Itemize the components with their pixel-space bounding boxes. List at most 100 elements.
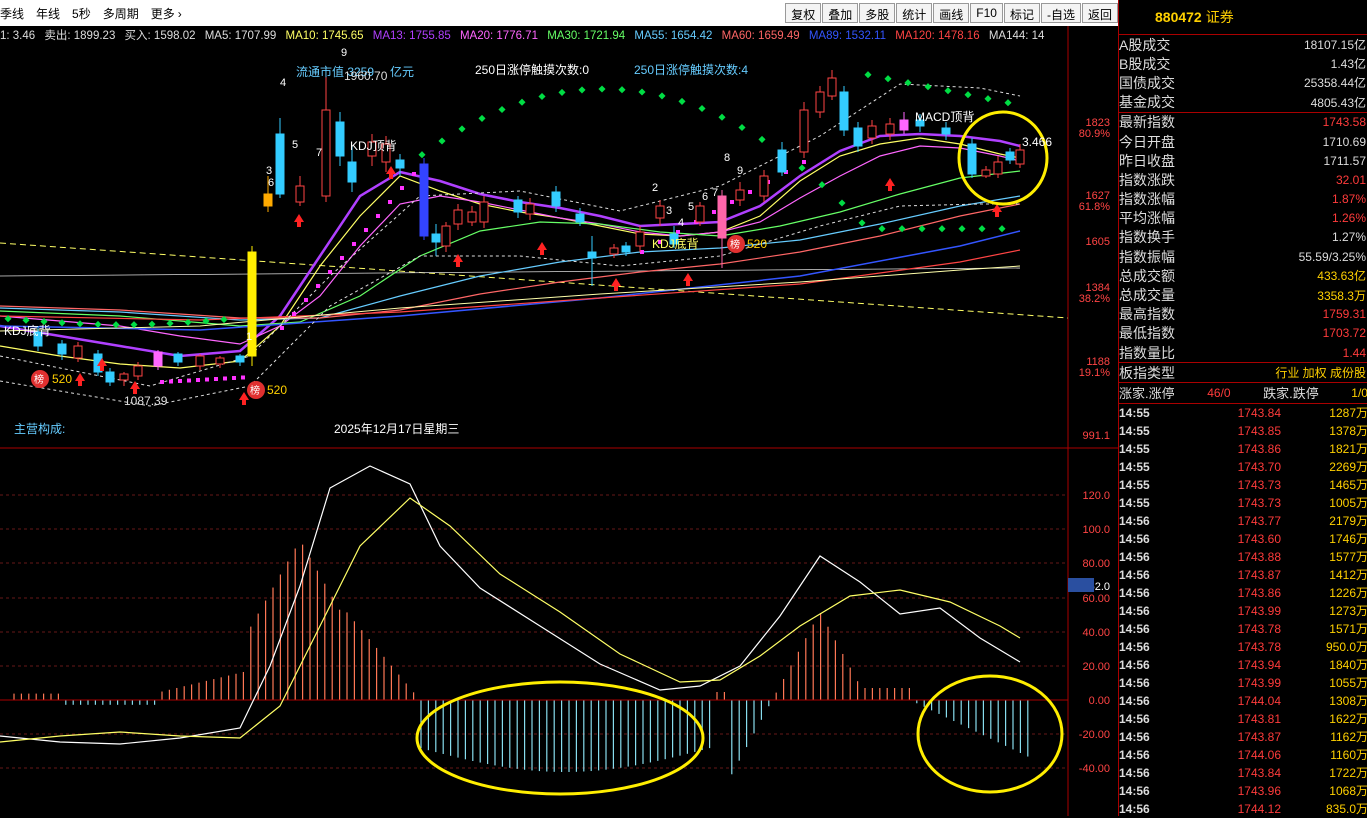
toolbar: 季线 年线 5秒 多周期 更多› 复权 叠加 多股 统计 画线 F10 标记 -… bbox=[0, 0, 1118, 27]
main-business-label: 主营构成: bbox=[14, 421, 65, 436]
mark-button[interactable]: 标记 bbox=[1004, 3, 1040, 23]
magenta-dot bbox=[292, 312, 296, 316]
f10-button[interactable]: F10 bbox=[970, 3, 1003, 23]
tick-volume: 1068万 bbox=[1281, 782, 1367, 799]
stat-label: 指数振幅 bbox=[1119, 247, 1175, 267]
candle-body bbox=[610, 248, 618, 254]
tick-volume: 1722万 bbox=[1281, 764, 1367, 781]
count-label: 4 bbox=[678, 217, 684, 229]
buy-arrow-stem bbox=[614, 286, 618, 291]
tick-row: 14:551743.861821万 bbox=[1119, 440, 1367, 458]
count-label: 5 bbox=[688, 201, 694, 213]
restore-rights-button[interactable]: 复权 bbox=[785, 3, 821, 23]
tick-time: 14:56 bbox=[1119, 640, 1191, 654]
stat-label: A股成交 bbox=[1119, 35, 1170, 55]
stat-label: 今日开盘 bbox=[1119, 132, 1175, 152]
macd-current-badge bbox=[1068, 578, 1094, 592]
tick-row: 14:561743.781571万 bbox=[1119, 620, 1367, 638]
tick-time: 14:55 bbox=[1119, 460, 1191, 474]
draw-line-button[interactable]: 画线 bbox=[933, 3, 969, 23]
tick-price: 1743.94 bbox=[1191, 658, 1281, 672]
count-label: 7 bbox=[316, 147, 322, 159]
candle-body bbox=[468, 212, 476, 222]
rank-badge-1: 榜 520 bbox=[31, 370, 72, 388]
candle-body bbox=[736, 190, 744, 200]
magenta-dot bbox=[169, 380, 173, 384]
stat-row: 总成交额433.63亿 bbox=[1119, 266, 1367, 285]
tick-price: 1743.73 bbox=[1191, 478, 1281, 492]
tick-price: 1743.99 bbox=[1191, 604, 1281, 618]
count-label: 9 bbox=[737, 165, 743, 177]
magenta-dot bbox=[676, 230, 680, 234]
rank-badge-char: 榜 bbox=[250, 384, 260, 397]
last-value-label: 3.466 bbox=[1022, 135, 1052, 149]
index-type-value[interactable]: 行业 加权 成份股 bbox=[1275, 364, 1367, 381]
magenta-dot bbox=[340, 256, 344, 260]
candle-body bbox=[236, 356, 244, 362]
float-cap-high-label: 1960.70 bbox=[344, 69, 388, 83]
tick-time: 14:56 bbox=[1119, 532, 1191, 546]
stat-row: 昨日收盘1711.57 bbox=[1119, 151, 1367, 170]
add-watchlist-button[interactable]: -自选 bbox=[1041, 3, 1081, 23]
candle-body bbox=[868, 126, 876, 138]
tab-quarter[interactable]: 季线 bbox=[0, 5, 24, 22]
candle-body bbox=[442, 226, 450, 246]
tick-price: 1743.87 bbox=[1191, 730, 1281, 744]
multi-stock-button[interactable]: 多股 bbox=[859, 3, 895, 23]
count-label: 2 bbox=[652, 182, 658, 194]
candle-body bbox=[840, 92, 848, 130]
tick-time: 14:56 bbox=[1119, 748, 1191, 762]
tick-row: 14:561743.772179万 bbox=[1119, 512, 1367, 530]
stat-value: 1.87% bbox=[1332, 192, 1367, 206]
tab-more[interactable]: 更多› bbox=[151, 5, 182, 22]
tick-list[interactable]: 14:551743.841287万14:551743.851378万14:551… bbox=[1119, 403, 1367, 818]
candle-body bbox=[576, 214, 584, 222]
stat-row: 指数换手1.27% bbox=[1119, 228, 1367, 247]
stat-row: 指数振幅55.59/3.25% bbox=[1119, 247, 1367, 266]
tab-year[interactable]: 年线 bbox=[36, 5, 60, 22]
stat-row: 平均涨幅1.26% bbox=[1119, 209, 1367, 228]
back-button[interactable]: 返回 bbox=[1082, 3, 1118, 23]
buy-arrow-stem bbox=[540, 250, 544, 255]
stat-value: 433.63亿 bbox=[1317, 267, 1367, 284]
quote-header: 880472 证券 bbox=[1119, 0, 1367, 35]
buy-arrow-stem bbox=[100, 366, 104, 371]
stat-label: 指数涨幅 bbox=[1119, 189, 1175, 209]
tab-multi-period[interactable]: 多周期 bbox=[103, 5, 139, 22]
tick-volume: 950.0万 bbox=[1281, 638, 1367, 655]
magenta-dot bbox=[376, 214, 380, 218]
candle-body bbox=[276, 134, 284, 194]
count-label: 8 bbox=[724, 152, 730, 164]
tick-price: 1743.85 bbox=[1191, 424, 1281, 438]
stat-value: 25358.44亿 bbox=[1304, 74, 1367, 91]
stat-label: 基金成交 bbox=[1119, 92, 1175, 112]
kline-chart-area[interactable]: 流通市值 3259 1960.70 亿元 250日涨停触摸次数:0 250日涨停… bbox=[0, 26, 1118, 816]
stat-label: 最低指数 bbox=[1119, 323, 1175, 343]
limit-touch-count-b: 250日涨停触摸次数:4 bbox=[634, 62, 748, 77]
tick-row: 14:561743.811622万 bbox=[1119, 710, 1367, 728]
overlay-button[interactable]: 叠加 bbox=[822, 3, 858, 23]
statistics-button[interactable]: 统计 bbox=[896, 3, 932, 23]
price-tick: 19.1% bbox=[1079, 367, 1110, 379]
candle-body bbox=[322, 110, 330, 196]
stat-row: 总成交量3358.3万 bbox=[1119, 285, 1367, 304]
decline-value: 1/0 bbox=[1351, 386, 1367, 400]
tick-row: 14:561743.841722万 bbox=[1119, 764, 1367, 782]
ma-legend-item: MA13: 1755.85 bbox=[373, 30, 451, 42]
index-type-row: 板指类型 行业 加权 成份股 bbox=[1119, 362, 1367, 382]
magenta-dot bbox=[178, 379, 182, 383]
candle-body bbox=[336, 122, 344, 156]
tick-time: 14:55 bbox=[1119, 478, 1191, 492]
candle-body bbox=[396, 160, 404, 168]
tick-volume: 1287万 bbox=[1281, 404, 1367, 421]
candle-body bbox=[480, 202, 488, 222]
tick-price: 1743.87 bbox=[1191, 568, 1281, 582]
candle-body bbox=[696, 206, 704, 222]
tick-time: 14:56 bbox=[1119, 802, 1191, 816]
tab-5sec[interactable]: 5秒 bbox=[72, 5, 91, 22]
tab-more-label: 更多 bbox=[151, 7, 175, 21]
magenta-dot bbox=[400, 186, 404, 190]
candle-body bbox=[174, 354, 182, 362]
candle-body bbox=[760, 176, 768, 196]
tick-volume: 1821万 bbox=[1281, 440, 1367, 457]
